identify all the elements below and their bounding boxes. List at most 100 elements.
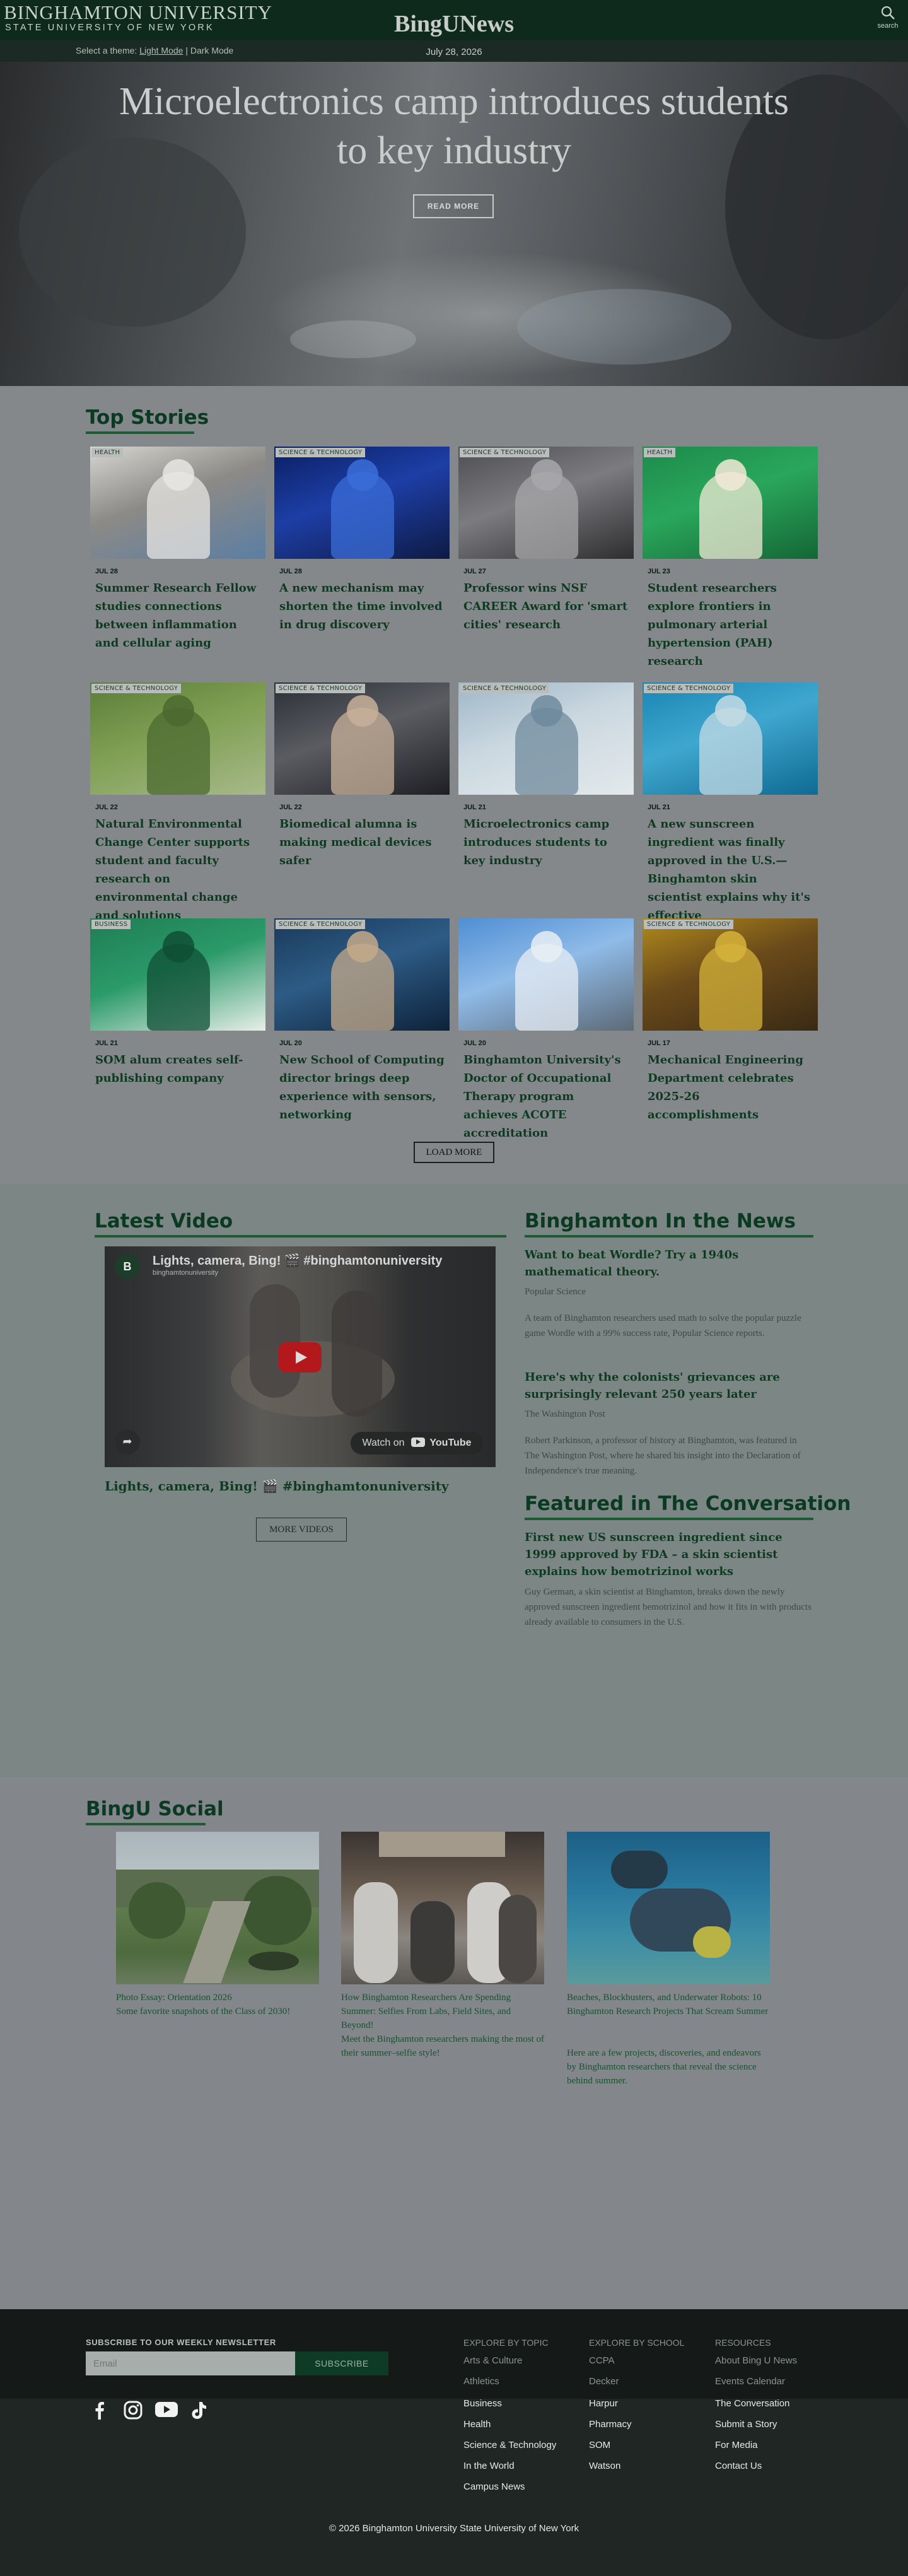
story-title[interactable]: Biomedical alumna is making medical devi… [279,815,445,870]
story-image[interactable] [458,682,634,795]
footer-school-link[interactable]: CCPA [589,2355,615,2366]
hero-title[interactable]: Microelectronics camp introduces student… [101,77,807,175]
footer-resource-link[interactable]: About Bing U News [715,2355,797,2366]
social-card-image[interactable] [116,1832,319,1984]
news-item-title[interactable]: Want to beat Wordle? Try a 1940s mathema… [525,1246,813,1280]
story-category-tag[interactable]: SCIENCE & TECHNOLOGY [644,920,734,929]
tiktok-icon[interactable] [188,2401,209,2422]
watch-on-youtube-button[interactable]: Watch on YouTube [351,1432,483,1455]
play-icon[interactable] [279,1342,322,1373]
story-category-tag[interactable]: SCIENCE & TECHNOLOGY [460,448,550,457]
youtube-icon[interactable] [154,2401,179,2422]
footer-school-link[interactable]: Watson [589,2461,620,2471]
footer-topic-link[interactable]: Science & Technology [463,2440,556,2450]
story-title[interactable]: Microelectronics camp introduces student… [463,815,629,870]
story-category-tag[interactable]: SCIENCE & TECHNOLOGY [644,684,734,693]
channel-avatar[interactable]: B [115,1254,140,1279]
story-date: JUL 21 [648,804,670,811]
story-date: JUL 22 [279,804,302,811]
story-title[interactable]: Natural Environmental Change Center supp… [95,815,260,925]
youtube-label: YouTube [429,1437,472,1448]
footer-resource-link[interactable]: Events Calendar [715,2376,785,2387]
story-title[interactable]: Student researchers explore frontiers in… [648,579,813,670]
footer-topic-link[interactable]: Health [463,2419,491,2430]
story-title[interactable]: Summer Research Fellow studies connectio… [95,579,260,652]
conversation-title[interactable]: First new US sunscreen ingredient since … [525,1529,813,1580]
story-title[interactable]: Binghamton University's Doctor of Occupa… [463,1051,629,1142]
video-player[interactable]: B Lights, camera, Bing! 🎬 #binghamtonuni… [105,1246,496,1467]
top-stories-heading: Top Stories [86,406,209,429]
footer-topic-link[interactable]: In the World [463,2461,515,2471]
read-more-button[interactable]: READ MORE [413,194,494,218]
story-image[interactable] [643,682,818,795]
story-title[interactable]: A new mechanism may shorten the time inv… [279,579,445,634]
story-category-tag[interactable]: HEALTH [644,448,676,457]
share-icon[interactable]: ➦ [115,1429,140,1455]
subscribe-button[interactable]: SUBSCRIBE [295,2351,388,2375]
footer-topic-link[interactable]: Athletics [463,2376,499,2387]
story-category-tag[interactable]: SCIENCE & TECHNOLOGY [276,920,366,929]
video-caption[interactable]: Lights, camera, Bing! 🎬 #binghamtonunive… [105,1478,449,1494]
footer-topic-link[interactable]: Business [463,2398,502,2409]
story-image[interactable] [274,447,450,559]
story-image[interactable] [90,682,265,795]
story-image[interactable] [274,918,450,1031]
youtube-logo-icon [410,1437,425,1447]
story-date: JUL 20 [463,1039,486,1047]
footer-school-link[interactable]: Decker [589,2376,619,2387]
school-heading: EXPLORE BY SCHOOL [589,2338,685,2348]
heading-underline [86,431,194,434]
story-image[interactable] [643,918,818,1031]
story-image[interactable] [643,447,818,559]
heading-underline [525,1235,813,1238]
instagram-icon[interactable] [122,2401,144,2422]
newsletter-label: SUBSCRIBE TO OUR WEEKLY NEWSLETTER [86,2338,276,2347]
social-card-image[interactable] [567,1832,770,1984]
story-image[interactable] [90,918,265,1031]
footer-school-link[interactable]: Harpur [589,2398,618,2409]
story-category-tag[interactable]: SCIENCE & TECHNOLOGY [276,448,366,457]
latest-video-heading: Latest Video [95,1210,233,1232]
story-image[interactable] [458,447,634,559]
email-field[interactable] [86,2351,295,2375]
footer-resource-link[interactable]: Submit a Story [715,2419,777,2430]
social-card-title[interactable]: How Binghamton Researchers Are Spending … [341,1991,544,2032]
story-date: JUL 28 [279,568,302,575]
player-title[interactable]: Lights, camera, Bing! 🎬 #binghamtonunive… [153,1253,442,1268]
story-category-tag[interactable]: SCIENCE & TECHNOLOGY [460,684,550,693]
news-item-title[interactable]: Here's why the colonists' grievances are… [525,1369,813,1403]
footer-school-link[interactable]: Pharmacy [589,2419,632,2430]
story-title[interactable]: Mechanical Engineering Department celebr… [648,1051,813,1124]
story-category-tag[interactable]: SCIENCE & TECHNOLOGY [276,684,366,693]
footer-resource-link[interactable]: The Conversation [715,2398,789,2409]
footer-school-link[interactable]: SOM [589,2440,610,2450]
story-title[interactable]: New School of Computing director brings … [279,1051,445,1124]
news-item-source: The Washington Post [525,1409,605,1419]
heading-underline [86,1823,206,1825]
topic-heading: EXPLORE BY TOPIC [463,2338,549,2348]
story-category-tag[interactable]: BUSINESS [91,920,131,929]
footer-topic-link[interactable]: Campus News [463,2481,525,2492]
story-date: JUL 21 [463,804,486,811]
more-videos-button[interactable]: MORE VIDEOS [256,1518,347,1542]
footer-resource-link[interactable]: Contact Us [715,2461,762,2471]
story-category-tag[interactable]: SCIENCE & TECHNOLOGY [91,684,182,693]
story-title[interactable]: Professor wins NSF CAREER Award for 'sma… [463,579,629,634]
footer-resource-link[interactable]: For Media [715,2440,758,2450]
hero-date: July 28, 2026 [426,47,482,57]
social-card-title[interactable]: Photo Essay: Orientation 2026 [116,1991,319,2005]
story-date: JUL 22 [95,804,118,811]
story-image[interactable] [274,682,450,795]
story-category-tag[interactable]: HEALTH [91,448,124,457]
story-title[interactable]: A new sunscreen ingredient was finally a… [648,815,813,925]
story-image[interactable] [458,918,634,1031]
news-item-description: A team of Binghamton researchers used ma… [525,1313,801,1338]
facebook-icon[interactable] [88,2401,110,2422]
footer-topic-link[interactable]: Arts & Culture [463,2355,522,2366]
story-title[interactable]: SOM alum creates self-publishing company [95,1051,260,1087]
story-image[interactable] [90,447,265,559]
load-more-button[interactable]: LOAD MORE [414,1142,494,1163]
heading-underline [525,1518,813,1520]
social-card-title[interactable]: Beaches, Blockbusters, and Underwater Ro… [567,1991,770,2018]
social-card-image[interactable] [341,1832,544,1984]
